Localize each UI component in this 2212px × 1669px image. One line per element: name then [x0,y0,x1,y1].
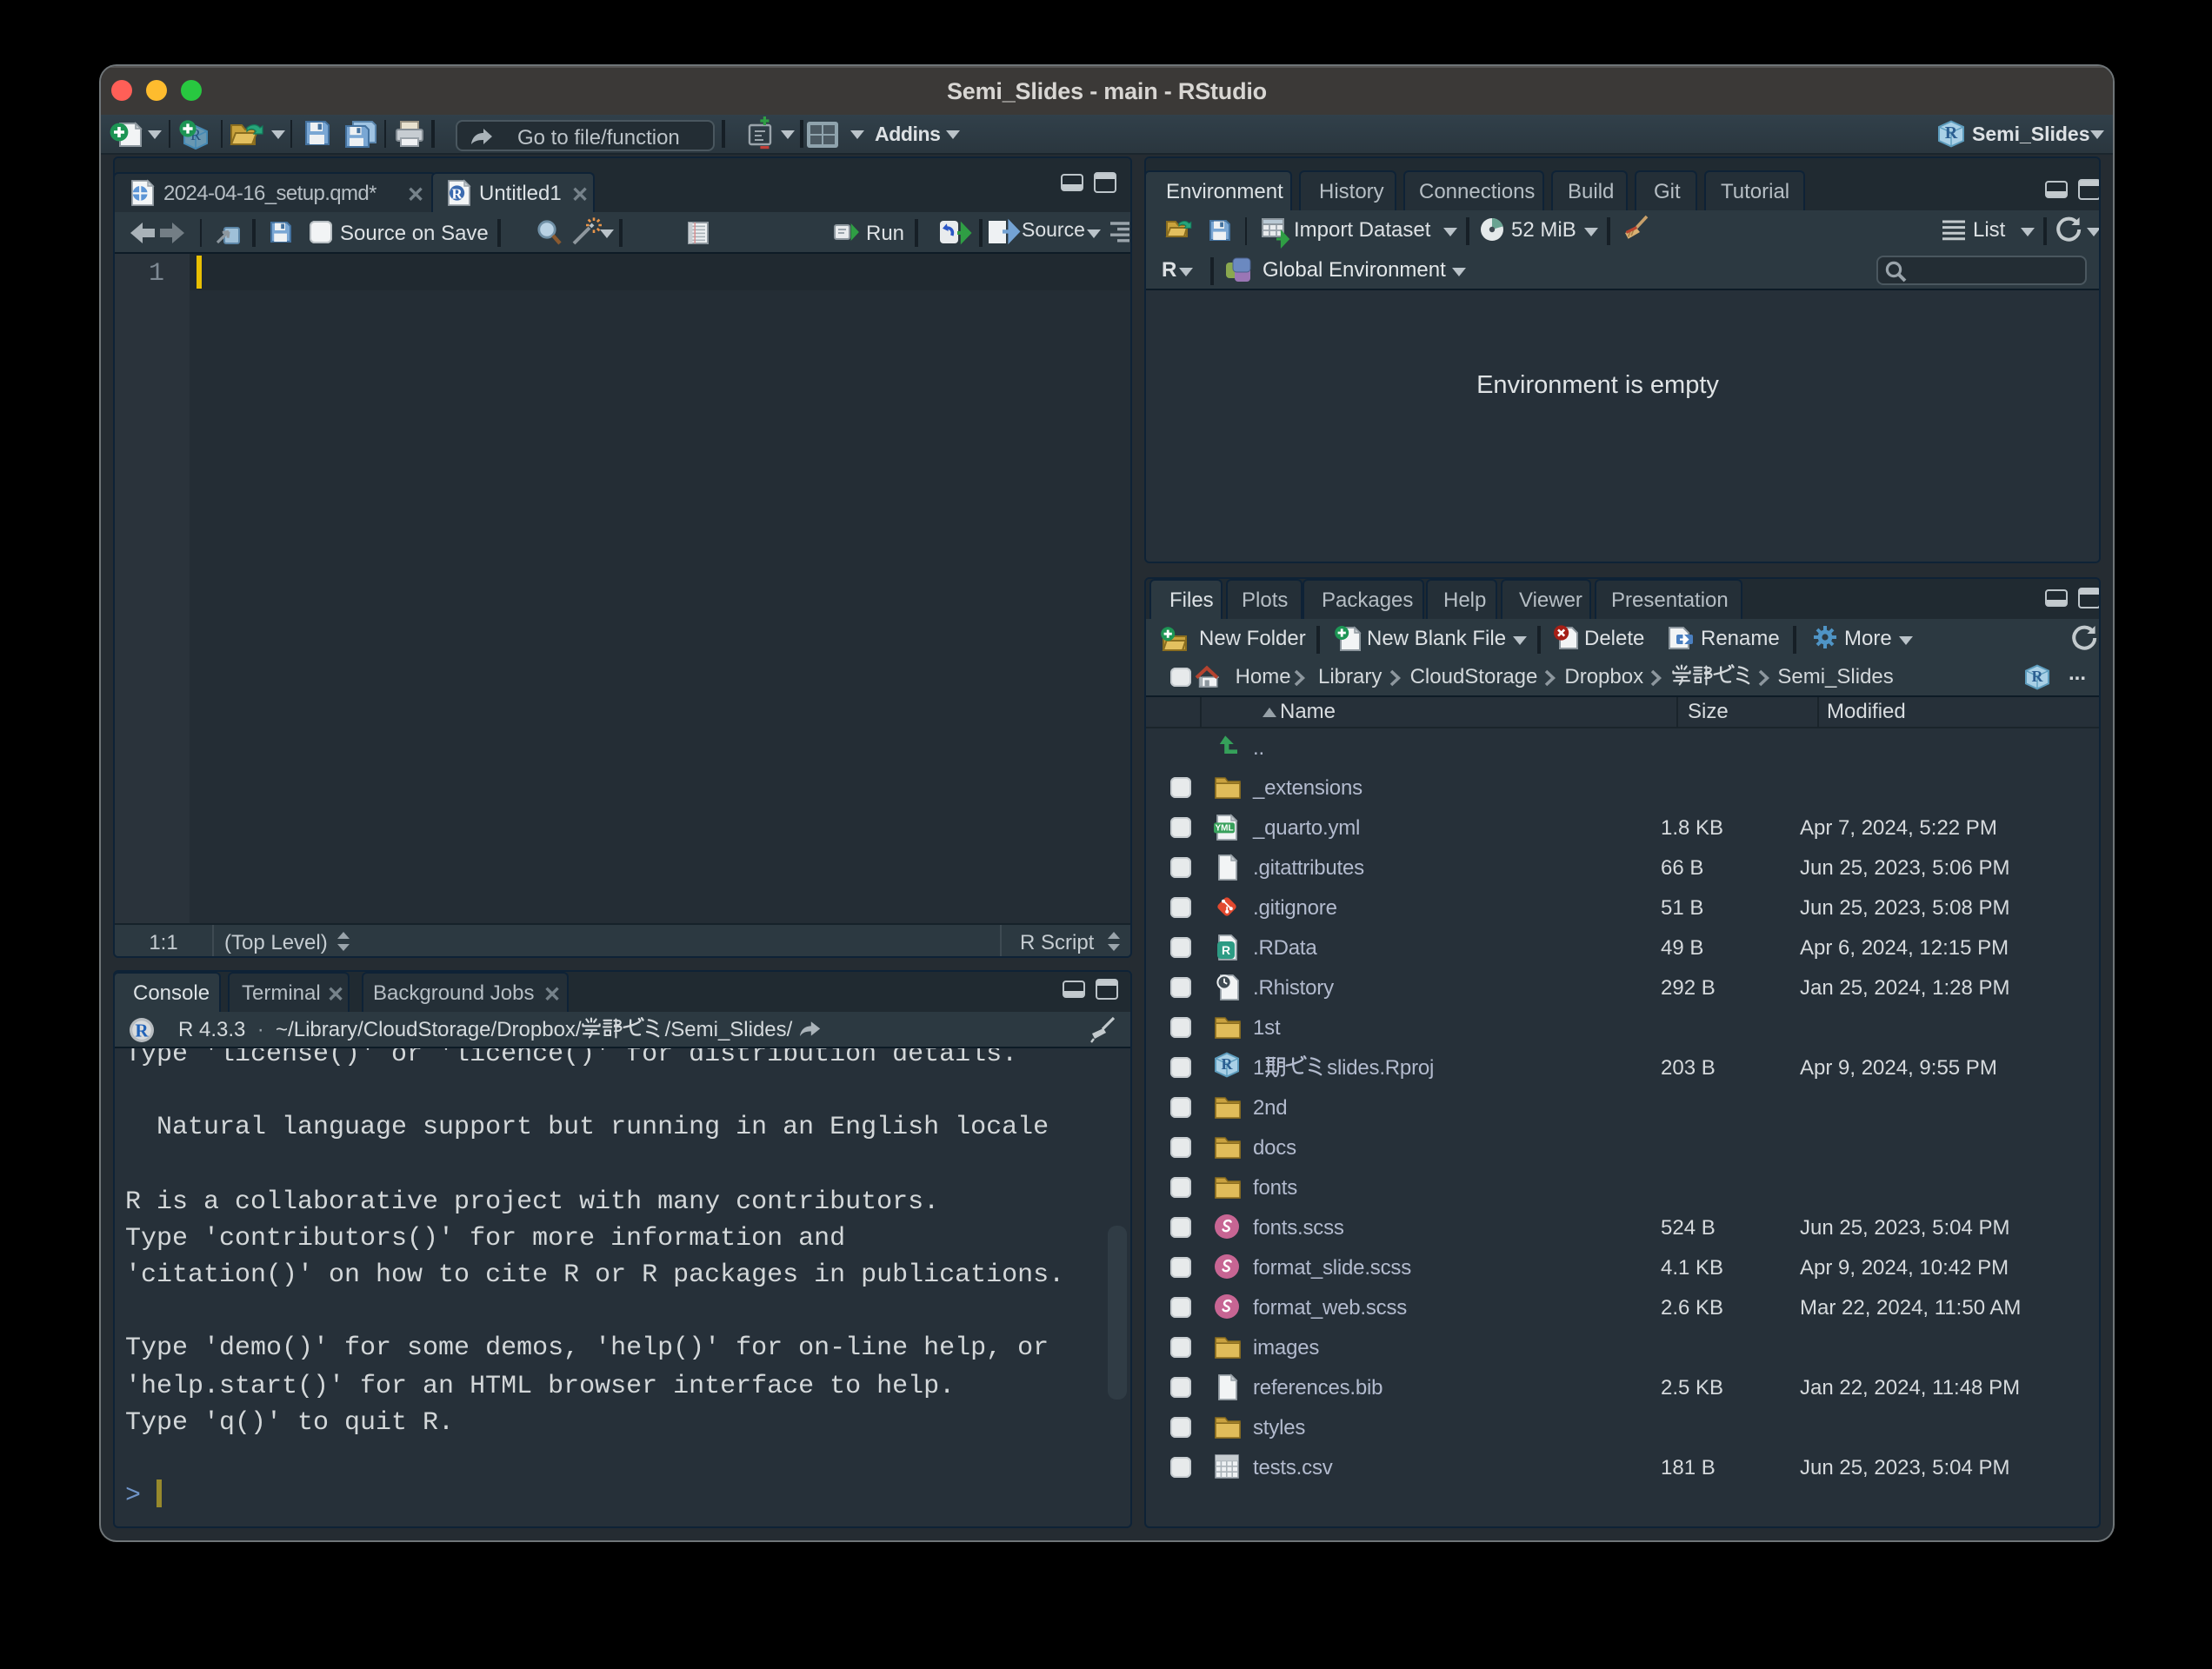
svg-text:YML: YML [1214,823,1232,833]
svg-text:R: R [2031,667,2043,684]
svg-text:R: R [1945,123,1958,143]
svg-text:R: R [135,1020,149,1041]
svg-text:R: R [1221,1055,1233,1073]
svg-text:R: R [450,185,462,202]
svg-text:R: R [1221,942,1229,956]
